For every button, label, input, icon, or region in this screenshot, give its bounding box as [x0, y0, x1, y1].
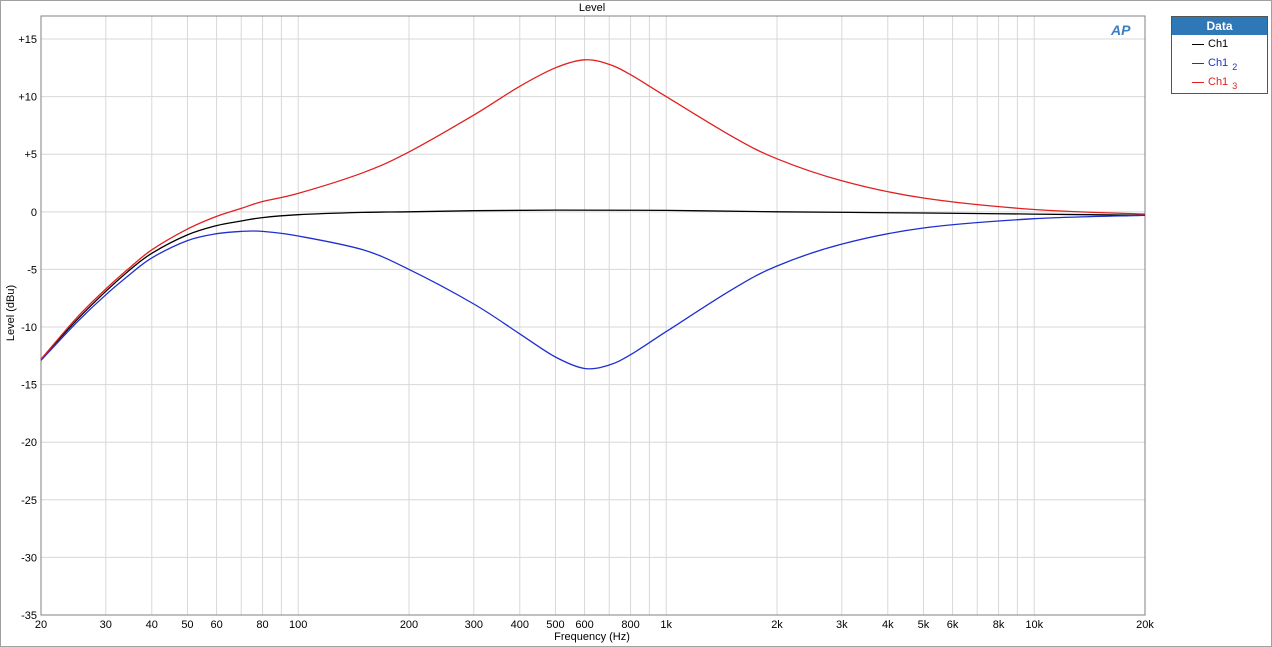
chart-title: Level: [579, 2, 605, 14]
series-line-1: [40, 209, 1146, 360]
x-tick-label: 30: [100, 619, 112, 631]
x-tick-label: 1k: [660, 619, 672, 631]
y-tick-label: -30: [21, 552, 37, 564]
legend-label: Ch1: [1208, 76, 1229, 88]
x-tick-label: 200: [400, 619, 418, 631]
legend-item[interactable]: Ch1 2: [1172, 54, 1267, 73]
x-tick-label: 800: [621, 619, 639, 631]
legend-label: Ch1: [1208, 57, 1229, 69]
x-axis-title: Frequency (Hz): [554, 631, 630, 643]
tick-labels: 20 30 40 50 60 80 100 200 300 400 500 600 800 1k 2k 3k 4…: [18, 34, 1154, 631]
y-tick-label: -5: [27, 264, 37, 276]
y-tick-label: +5: [24, 149, 37, 161]
x-tick-label: 5k: [918, 619, 930, 631]
x-tick-label: 50: [181, 619, 193, 631]
x-tick-label: 6k: [947, 619, 959, 631]
y-tick-label: -25: [21, 495, 37, 507]
x-tick-label: 20k: [1136, 619, 1154, 631]
series-lines: [40, 59, 1146, 370]
legend-header: Data: [1172, 17, 1267, 35]
y-tick-label: -35: [21, 610, 37, 622]
legend-swatch: [1192, 82, 1204, 83]
legend-item[interactable]: Ch1 3: [1172, 73, 1267, 92]
x-tick-label: 2k: [771, 619, 783, 631]
ap-logo: AP: [1111, 22, 1131, 38]
x-tick-label: 400: [511, 619, 529, 631]
y-tick-label: -15: [21, 380, 37, 392]
x-tick-label: 8k: [993, 619, 1005, 631]
x-tick-label: 60: [210, 619, 222, 631]
legend-swatch: [1192, 44, 1204, 45]
x-tick-label: 3k: [836, 619, 848, 631]
x-tick-label: 300: [465, 619, 483, 631]
legend-label: Ch1: [1208, 38, 1229, 50]
y-tick-label: +15: [18, 34, 37, 46]
x-tick-label: 40: [146, 619, 158, 631]
legend-swatch: [1192, 63, 1204, 64]
legend-sub: 2: [1232, 62, 1238, 72]
x-tick-label: 80: [256, 619, 268, 631]
x-tick-label: 10k: [1025, 619, 1043, 631]
x-tick-label: 100: [289, 619, 307, 631]
x-tick-label: 600: [575, 619, 593, 631]
y-tick-label: +10: [18, 92, 37, 104]
legend[interactable]: Data Ch1 Ch1 2 Ch1 3: [1171, 16, 1268, 94]
chart-canvas: Level 20 30 40 50 60 80 100 200 300 400 500 600 800 1…: [5, 2, 1154, 643]
series-line-3: [40, 59, 1146, 360]
y-axis-title: Level (dBu): [5, 285, 17, 341]
legend-sub: 3: [1232, 81, 1238, 91]
plot-area: [40, 15, 1146, 616]
y-tick-label: -10: [21, 322, 37, 334]
x-tick-label: 500: [546, 619, 564, 631]
series-line-2: [40, 214, 1146, 370]
legend-item[interactable]: Ch1: [1172, 35, 1267, 54]
x-tick-label: 4k: [882, 619, 894, 631]
y-tick-label: -20: [21, 437, 37, 449]
y-tick-label: 0: [31, 207, 37, 219]
grid-lines: [40, 16, 1146, 616]
